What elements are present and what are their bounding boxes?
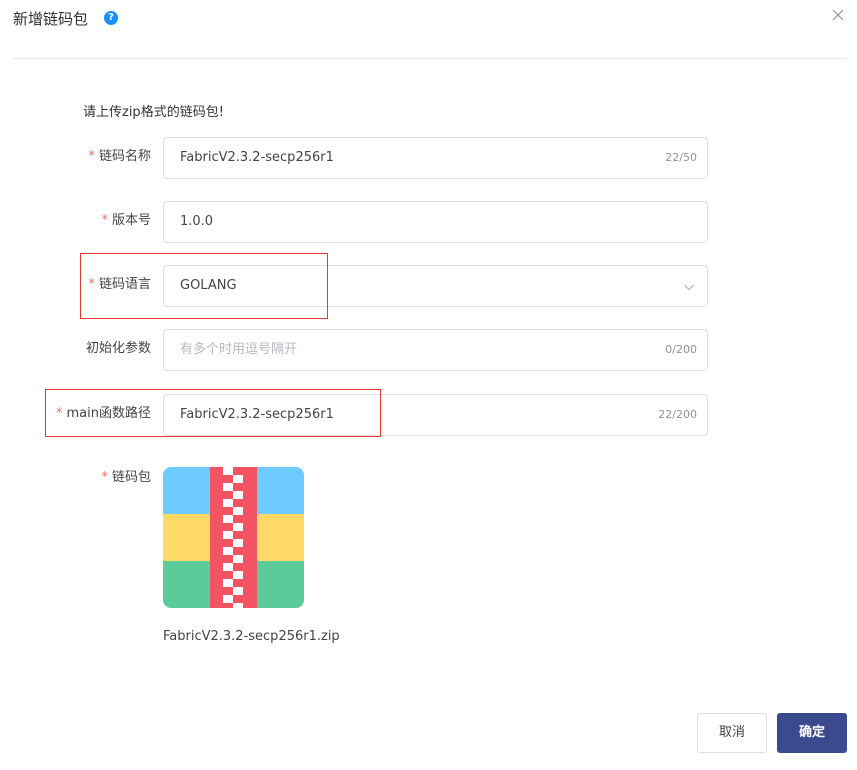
name-label: * 链码名称 xyxy=(88,149,151,164)
header-divider xyxy=(13,58,847,59)
init-params-count: 0/200 xyxy=(665,343,697,356)
highlight-box-main-path xyxy=(45,389,381,437)
zip-file-name: FabricV2.3.2-secp256r1.zip xyxy=(163,629,340,644)
init-params-label: 初始化参数 xyxy=(85,341,151,356)
upload-hint: 请上传zip格式的链码包! xyxy=(83,105,224,120)
required-mark: * xyxy=(101,213,108,228)
chaincode-name-count: 22/50 xyxy=(665,151,697,164)
version-input[interactable]: 1.0.0 xyxy=(163,201,708,243)
required-mark: * xyxy=(101,470,108,485)
version-value: 1.0.0 xyxy=(180,214,214,229)
version-label: * 版本号 xyxy=(101,213,151,228)
close-icon[interactable] xyxy=(830,7,846,23)
chevron-down-icon xyxy=(684,284,694,291)
question-circle-icon[interactable]: ? xyxy=(104,11,118,25)
dialog-header: 新增链码包 ? xyxy=(0,0,857,58)
confirm-button[interactable]: 确定 xyxy=(777,713,847,753)
main-path-count: 22/200 xyxy=(658,408,697,421)
required-mark: * xyxy=(88,149,95,164)
init-params-input[interactable]: 有多个时用逗号隔开 0/200 xyxy=(163,329,708,371)
package-label: * 链码包 xyxy=(101,470,151,485)
add-chaincode-dialog: 新增链码包 ? 请上传zip格式的链码包! * 链码名称 FabricV2.3.2… xyxy=(0,0,857,770)
chaincode-name-input[interactable]: FabricV2.3.2-secp256r1 22/50 xyxy=(163,137,708,179)
zip-file-icon[interactable] xyxy=(163,467,304,608)
chaincode-name-value: FabricV2.3.2-secp256r1 xyxy=(180,150,334,165)
init-params-placeholder: 有多个时用逗号隔开 xyxy=(180,342,298,357)
highlight-box-language xyxy=(80,253,328,319)
dialog-title: 新增链码包 xyxy=(13,10,89,28)
cancel-button[interactable]: 取消 xyxy=(697,713,767,753)
